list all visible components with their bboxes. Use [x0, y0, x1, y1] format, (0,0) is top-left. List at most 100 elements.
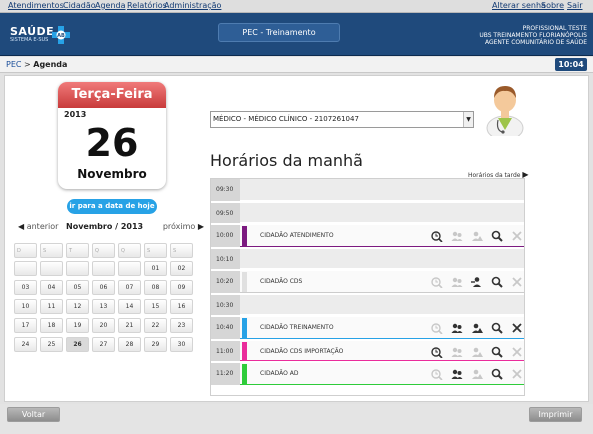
day-cell[interactable]: 16: [170, 299, 193, 314]
clock: 10:04: [555, 58, 587, 71]
top-menu: Atendimentos Cidadão Agenda Relatórios A…: [0, 0, 593, 13]
user-role: AGENTE COMUNITÁRIO DE SAÚDE: [484, 39, 587, 46]
day-cell[interactable]: 21: [118, 318, 141, 333]
back-button[interactable]: Voltar: [7, 407, 60, 422]
doctor-avatar-icon: [486, 86, 524, 136]
weekday-header-cell: D: [14, 243, 37, 258]
day-cell[interactable]: 26: [66, 337, 89, 352]
day-cell[interactable]: 11: [40, 299, 63, 314]
date-card: Terça-Feira 2013 26 Novembro: [58, 82, 166, 189]
day-cell[interactable]: [92, 261, 115, 276]
schedule-row[interactable]: 10:10: [211, 249, 524, 269]
day-cell[interactable]: 09: [170, 280, 193, 295]
user-forward-icon[interactable]: [471, 276, 483, 288]
professional-select[interactable]: MÉDICO - MÉDICO CLÍNICO - 2107261047 ▼: [210, 111, 474, 128]
day-cell[interactable]: 29: [144, 337, 167, 352]
user-move-icon[interactable]: [451, 368, 463, 380]
prev-month-button[interactable]: ◀ anterior: [18, 222, 58, 231]
day-cell[interactable]: 17: [14, 318, 37, 333]
day-cell[interactable]: 19: [66, 318, 89, 333]
day-cell[interactable]: 30: [170, 337, 193, 352]
day-cell[interactable]: 06: [92, 280, 115, 295]
menu-sair[interactable]: Sair: [567, 0, 583, 12]
cancel-icon: [512, 277, 522, 287]
user-warning-icon[interactable]: [471, 322, 483, 334]
go-to-today-button[interactable]: ir para a data de hoje: [67, 199, 157, 214]
user-name: PROFISSIONAL TESTE: [522, 25, 587, 32]
weekday-header-cell: Q: [118, 243, 141, 258]
current-month-label: Novembro / 2013: [66, 222, 144, 231]
day-cell[interactable]: [118, 261, 141, 276]
health-cross-icon: AB: [52, 26, 70, 44]
print-button[interactable]: Imprimir: [529, 407, 582, 422]
weekday-header-cell: S: [40, 243, 63, 258]
day-cell[interactable]: 15: [144, 299, 167, 314]
day-cell[interactable]: 03: [14, 280, 37, 295]
search-icon[interactable]: [491, 346, 503, 358]
day-cell[interactable]: 05: [66, 280, 89, 295]
user-move-icon[interactable]: [451, 322, 463, 334]
chevron-down-icon[interactable]: ▼: [463, 112, 473, 127]
cancel-icon[interactable]: [511, 322, 523, 334]
next-month-label: próximo: [162, 222, 196, 231]
breadcrumb-separator: >: [21, 60, 34, 69]
day-cell[interactable]: 07: [118, 280, 141, 295]
schedule-row[interactable]: 09:30: [211, 179, 524, 201]
schedule-row[interactable]: 09:50: [211, 203, 524, 223]
menu-relatorios[interactable]: Relatórios: [127, 0, 167, 12]
prev-month-label: anterior: [26, 222, 59, 231]
day-cell[interactable]: 25: [40, 337, 63, 352]
clock-check-icon[interactable]: [431, 230, 443, 242]
day-cell[interactable]: 08: [144, 280, 167, 295]
schedule-row[interactable]: 11:00 CIDADÃO CDS IMPORTAÇÃO: [211, 341, 524, 361]
breadcrumb-home[interactable]: PEC: [6, 60, 21, 69]
slot-area: [240, 295, 524, 315]
schedule-row[interactable]: 11:20 CIDADÃO AD: [211, 363, 524, 385]
search-icon[interactable]: [491, 368, 503, 380]
menu-atendimentos[interactable]: Atendimentos: [8, 0, 64, 12]
weekday-header-cell: S: [170, 243, 193, 258]
day-cell[interactable]: 22: [144, 318, 167, 333]
schedule-row[interactable]: 10:20 CIDADÃO CDS: [211, 271, 524, 293]
month-grid: D S T Q Q S S 01 02 03 04 05 06 07 08 09 10 11 12 13 14 15 16 1…: [14, 243, 198, 352]
day-cell[interactable]: [40, 261, 63, 276]
day-cell[interactable]: [66, 261, 89, 276]
next-month-button[interactable]: próximo ▶: [163, 222, 204, 231]
menu-alterar-senha[interactable]: Alterar senha: [492, 0, 546, 12]
menu-sobre[interactable]: Sobre: [541, 0, 564, 12]
user-warning-icon: [472, 231, 483, 241]
day-cell[interactable]: 13: [92, 299, 115, 314]
day-cell[interactable]: 02: [170, 261, 193, 276]
menu-agenda[interactable]: Agenda: [95, 0, 126, 12]
day-cell[interactable]: 20: [92, 318, 115, 333]
row-actions: [428, 341, 524, 363]
day-cell[interactable]: 18: [40, 318, 63, 333]
day-cell[interactable]: 28: [118, 337, 141, 352]
clock-check-icon: [431, 369, 443, 380]
search-icon[interactable]: [491, 276, 503, 288]
day-cell[interactable]: 12: [66, 299, 89, 314]
clock-check-icon[interactable]: [431, 346, 443, 358]
user-warning-icon: [472, 347, 483, 357]
search-icon[interactable]: [491, 230, 503, 242]
day-cell[interactable]: 10: [14, 299, 37, 314]
day-cell[interactable]: 24: [14, 337, 37, 352]
day-cell[interactable]: 01: [144, 261, 167, 276]
schedule-row[interactable]: 10:00 CIDADÃO ATENDIMENTO: [211, 225, 524, 247]
day-cell[interactable]: 04: [40, 280, 63, 295]
day-cell[interactable]: [14, 261, 37, 276]
schedule-row[interactable]: 10:30: [211, 295, 524, 315]
day-cell[interactable]: 23: [170, 318, 193, 333]
patient-name: CIDADÃO CDS: [260, 278, 303, 285]
slot-time: 10:10: [211, 249, 240, 269]
esus-logo[interactable]: SAÚDE SISTEMA E-SUS AB: [6, 25, 78, 47]
day-cell[interactable]: 27: [92, 337, 115, 352]
search-icon[interactable]: [491, 322, 503, 334]
footer-bar: Voltar Imprimir: [0, 404, 593, 434]
schedule-row[interactable]: 10:40 CIDADÃO TREINAMENTO: [211, 317, 524, 339]
menu-administracao[interactable]: Administração: [164, 0, 221, 12]
logo-badge: AB: [57, 33, 65, 39]
slot-time: 10:40: [211, 317, 240, 339]
day-cell[interactable]: 14: [118, 299, 141, 314]
menu-cidadao[interactable]: Cidadão: [63, 0, 96, 12]
